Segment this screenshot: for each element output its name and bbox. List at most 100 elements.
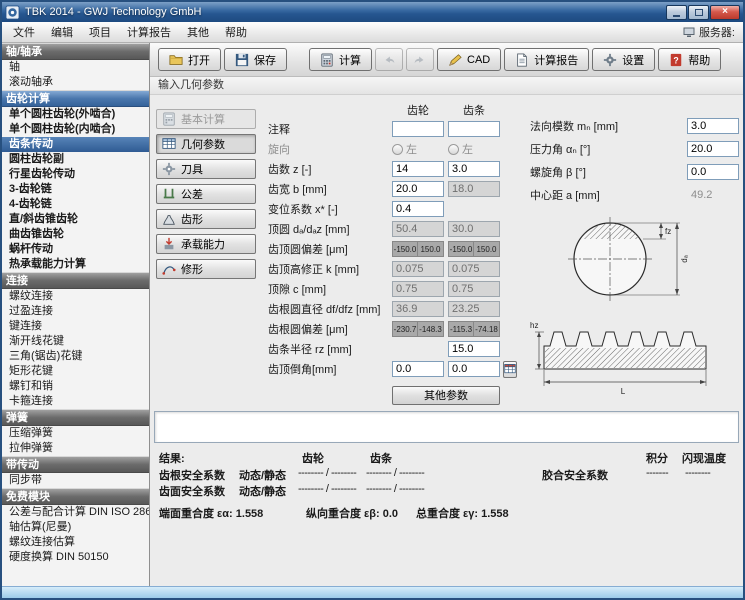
sidebar-item[interactable]: 卡箍连接 [2,394,149,409]
tooth-profile-icon [162,212,176,226]
maximize-button[interactable] [688,5,709,20]
sidebar-item[interactable]: 3-齿轮链 [2,182,149,197]
settings-button[interactable]: 设置 [592,48,655,71]
hand-gear-option: 左 [392,141,444,157]
field-label: 旋向 [268,141,392,157]
message-area [154,411,739,443]
sidebar-item[interactable]: 螺纹连接 [2,289,149,304]
global-params: 法向模数 mₙ [mm] 压力角 αₙ [°] 螺旋角 β [°] 中心距 a … [530,101,739,405]
tip-chamfer-gear-input[interactable] [392,361,444,377]
menu-item[interactable]: 文件 [5,21,43,43]
minimize-button[interactable] [666,5,687,20]
sidebar-item[interactable]: 键连接 [2,319,149,334]
results-panel: 结果: 齿轮 齿条 积分 闪现温度 齿根安全系数 动态/静态 -------- … [154,447,739,525]
sidebar-item[interactable]: 拉伸弹簧 [2,441,149,456]
sidebar-item[interactable]: 三角(锯齿)花键 [2,349,149,364]
app-icon [5,5,20,20]
help-button[interactable]: ? 帮助 [658,48,721,71]
report-button[interactable]: 计算报告 [504,48,589,71]
teeth-gear-input[interactable] [392,161,444,177]
sidebar-item[interactable]: 螺纹连接估算 [2,535,149,550]
sidebar-section-header[interactable]: 免费模块 [2,488,149,505]
cad-button[interactable]: CAD [437,48,501,71]
sidebar-item[interactable]: 齿条传动 [2,137,149,152]
sidebar-item[interactable]: 圆柱齿轮副 [2,152,149,167]
sidebar-item[interactable]: 直/斜齿锥齿轮 [2,212,149,227]
rack-radius-input[interactable] [448,341,500,357]
open-button[interactable]: 打开 [158,48,221,71]
param-row-module: 法向模数 mₙ [mm] [530,114,739,137]
field-label: 齿顶倒角[mm] [268,361,392,377]
sidebar-item[interactable]: 同步带 [2,473,149,488]
root-dev-rack-upper-input [474,321,500,337]
clearance-gear-input [392,281,444,297]
root-safety-label: 齿根安全系数 [159,467,225,483]
sidebar-item[interactable]: 轴估算(尼曼) [2,520,149,535]
tab-label: 修形 [181,261,203,277]
chamfer-detail-button[interactable] [503,361,517,378]
section-title: 输入几何参数 [150,77,743,95]
server-indicator: 服务器: [683,24,740,40]
comment-rack-input[interactable] [448,121,500,137]
pressure-angle-input[interactable] [687,141,739,157]
form-row-root-deviation: 齿根圆偏差 [μm] [268,319,508,339]
width-gear-input[interactable] [392,181,444,197]
sidebar-item[interactable]: 行星齿轮传动 [2,167,149,182]
save-button[interactable]: 保存 [224,48,287,71]
form-row-more: 其他参数 [268,385,508,405]
menu-item[interactable]: 编辑 [43,21,81,43]
save-icon [235,53,249,67]
menu-item[interactable]: 项目 [81,21,119,43]
diagram-label-fz: fz [665,227,671,236]
tab-tools[interactable]: 刀具 [156,159,256,179]
sidebar-item[interactable]: 热承载能力计算 [2,257,149,272]
sidebar-section-header[interactable]: 弹簧 [2,409,149,426]
tab-load-capacity[interactable]: 承载能力 [156,234,256,254]
tab-tolerance[interactable]: 公差 [156,184,256,204]
menu-item[interactable]: 计算报告 [119,21,179,43]
sidebar-item[interactable]: 曲齿锥齿轮 [2,227,149,242]
calculate-button[interactable]: 计算 [309,48,372,71]
diagram-label-length: L [621,387,626,396]
sidebar-item[interactable]: 滚动轴承 [2,75,149,90]
tab-geometry[interactable]: 几何参数 [156,134,256,154]
window-body: 轴/轴承轴滚动轴承齿轮计算单个圆柱齿轮(外啮合)单个圆柱齿轮(内啮合)齿条传动圆… [2,43,743,586]
sidebar-item[interactable]: 蜗杆传动 [2,242,149,257]
form-row-addendum-mod: 齿顶高修正 k [mm] [268,259,508,279]
more-params-button[interactable]: 其他参数 [392,386,500,405]
sidebar-section-header[interactable]: 连接 [2,272,149,289]
sidebar-item[interactable]: 公差与配合计算 DIN ISO 286 [2,505,149,520]
tab-modification[interactable]: 修形 [156,259,256,279]
results-col-integral: 积分 [646,450,668,466]
param-label: 中心距 a [mm] [530,187,687,203]
comment-gear-input[interactable] [392,121,444,137]
sidebar-item[interactable]: 渐开线花键 [2,334,149,349]
hand-gear-radio [392,144,403,155]
tab-tooth-form[interactable]: 齿形 [156,209,256,229]
sidebar-section-header[interactable]: 带传动 [2,456,149,473]
sidebar-item[interactable]: 过盈连接 [2,304,149,319]
module-input[interactable] [687,118,739,134]
close-button[interactable]: × [710,5,740,20]
tip-chamfer-rack-input[interactable] [448,361,500,377]
root-dev-gear-upper-input [418,321,444,337]
sidebar-item[interactable]: 轴 [2,60,149,75]
sidebar-item[interactable]: 单个圆柱齿轮(外啮合) [2,107,149,122]
sidebar-section-header[interactable]: 轴/轴承 [2,43,149,60]
sidebar-section-header[interactable]: 齿轮计算 [2,90,149,107]
dyn-stat-label: 动态/静态 [239,483,286,499]
hand-rack-option: 左 [448,141,500,157]
teeth-rack-input[interactable] [448,161,500,177]
sidebar-item[interactable]: 单个圆柱齿轮(内啮合) [2,122,149,137]
sidebar-item[interactable]: 螺钉和销 [2,379,149,394]
addendum-mod-gear-input [392,261,444,277]
sidebar-item[interactable]: 压缩弹簧 [2,426,149,441]
helix-angle-input[interactable] [687,164,739,180]
menu-item[interactable]: 帮助 [217,21,255,43]
sidebar-item[interactable]: 硬度换算 DIN 50150 [2,550,149,565]
field-label: 齿条半径 rz [mm] [268,341,392,357]
shift-gear-input[interactable] [392,201,444,217]
sidebar-item[interactable]: 矩形花键 [2,364,149,379]
sidebar-item[interactable]: 4-齿轮链 [2,197,149,212]
menu-item[interactable]: 其他 [179,21,217,43]
